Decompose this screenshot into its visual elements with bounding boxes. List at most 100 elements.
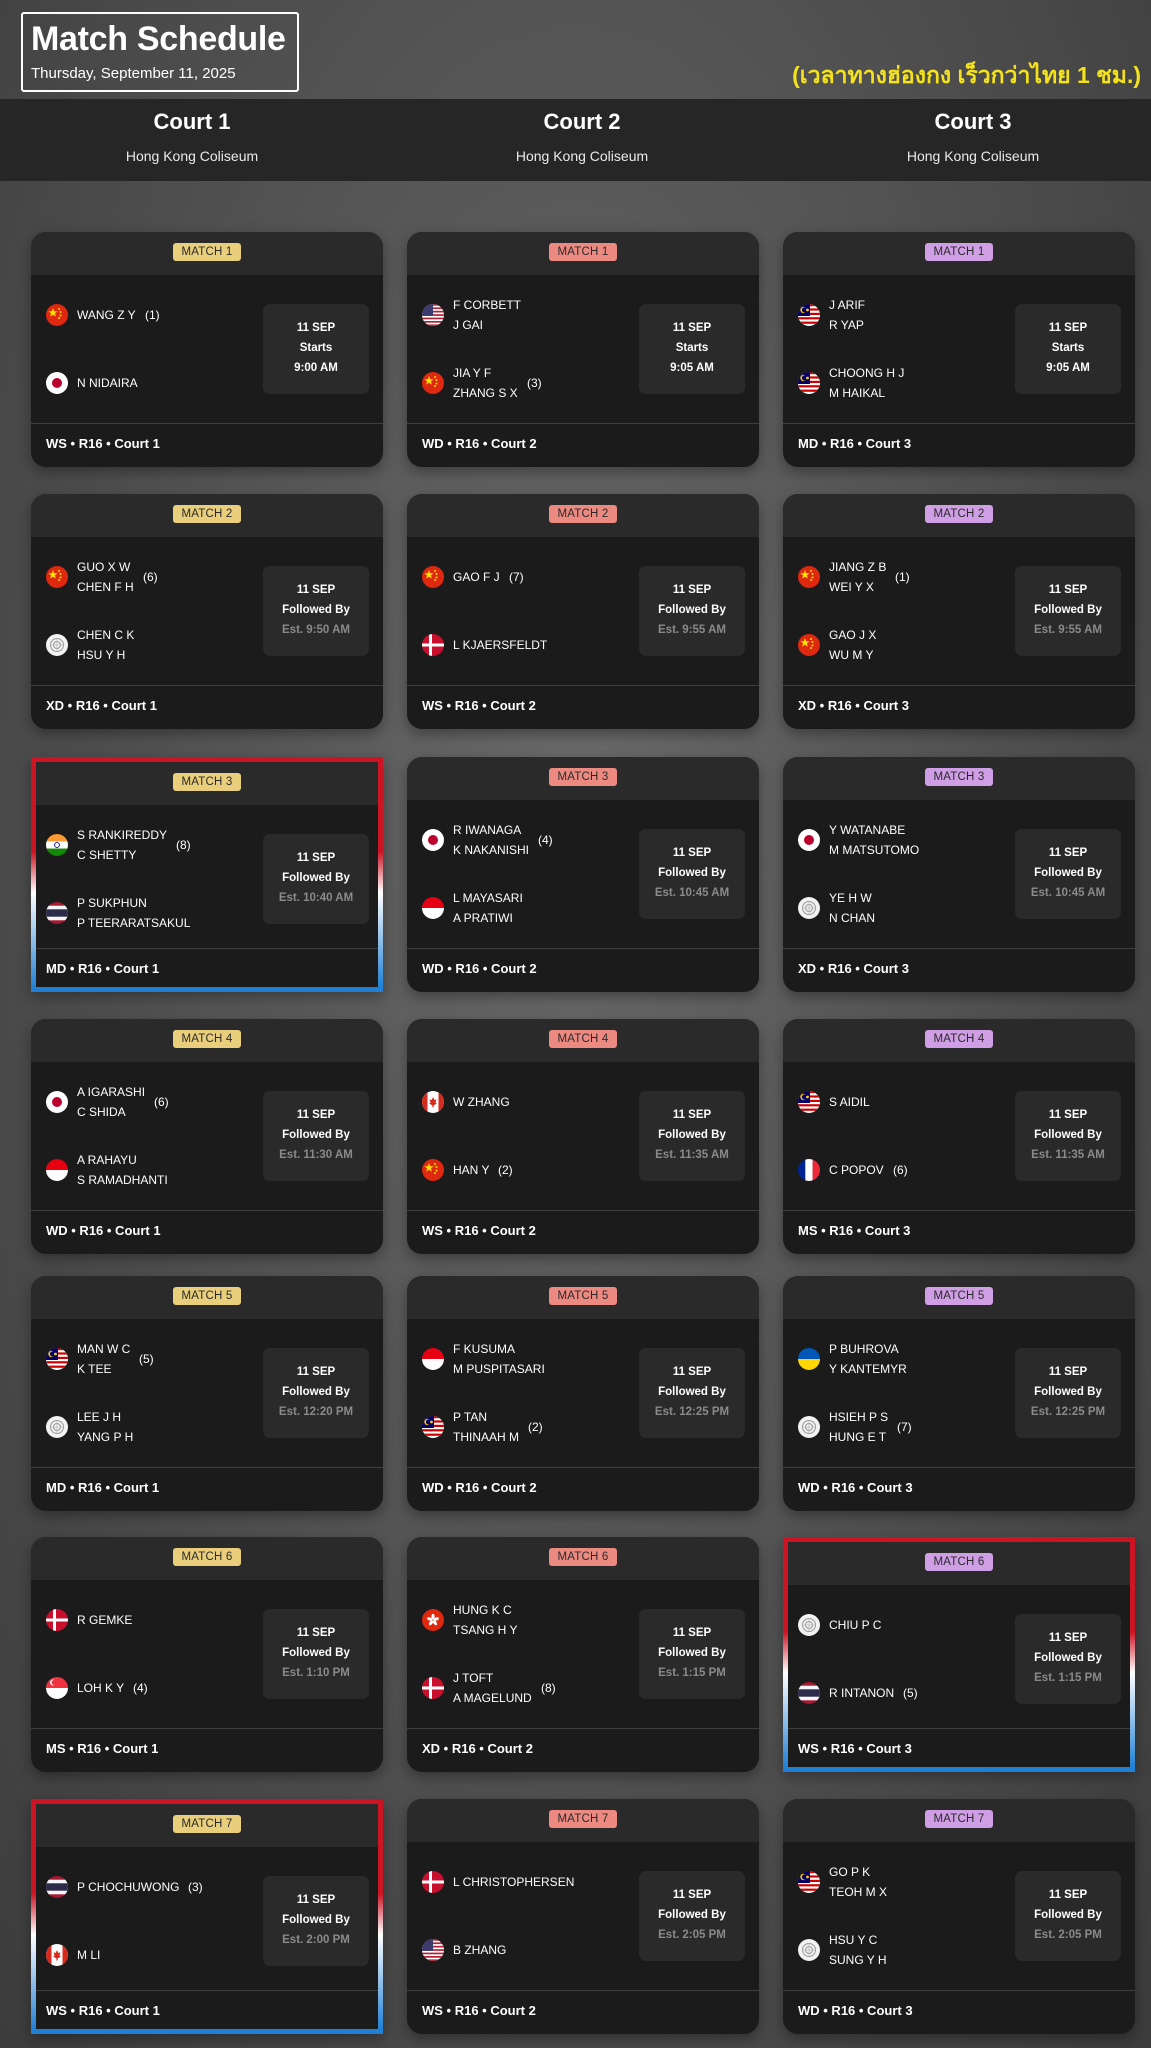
match-number-badge: MATCH 4: [925, 1030, 993, 1048]
team-2: L MAYASARI A PRATIWI: [422, 888, 632, 928]
match-date: 11 SEP: [672, 322, 712, 334]
match-time: Est. 12:20 PM: [278, 1406, 354, 1418]
seed-badge: (2): [498, 1163, 513, 1177]
match-card-header: MATCH 6: [407, 1537, 759, 1580]
china-flag-icon: [46, 304, 68, 326]
player-name: K TEE: [77, 1362, 112, 1376]
match-time: 9:00 AM: [294, 362, 338, 374]
match-status: Followed By: [282, 1386, 350, 1398]
match-card-header: MATCH 7: [783, 1799, 1135, 1842]
player-name: CHIU P C: [829, 1618, 882, 1632]
match-card[interactable]: MATCH 4 A IGARASHI C SHIDA (6) A RAHAYU S R…: [31, 1019, 383, 1254]
team-1: JIANG Z B WEI Y X (1): [798, 557, 1008, 597]
court-1-header: Court 1 Hong Kong Coliseum: [42, 99, 342, 164]
player-names: L MAYASARI A PRATIWI: [453, 888, 523, 928]
team-1: HUNG K C TSANG H Y: [422, 1600, 632, 1640]
player-names: YE H W N CHAN: [829, 888, 875, 928]
player-name: F KUSUMA: [453, 1342, 516, 1356]
match-card[interactable]: MATCH 2 GAO F J (7) L KJAERSFELDT 11 SEP …: [407, 494, 759, 729]
team-1: WANG Z Y (1): [46, 295, 256, 335]
player-names: R GEMKE: [77, 1610, 132, 1630]
player-names: A RAHAYU S RAMADHANTI: [77, 1150, 168, 1190]
match-card[interactable]: MATCH 5 P BUHROVA Y KANTEMYR HSIEH P S HUN…: [783, 1276, 1135, 1511]
player-names: GUO X W CHEN F H: [77, 557, 134, 597]
canada-flag-icon: [46, 1944, 68, 1966]
match-time-box: 11 SEP Followed By Est. 10:45 AM: [1015, 829, 1121, 919]
match-number-badge: MATCH 3: [549, 768, 617, 786]
match-date: 11 SEP: [1048, 1889, 1088, 1901]
match-time: 9:05 AM: [1046, 362, 1090, 374]
match-card[interactable]: MATCH 6 HUNG K C TSANG H Y J TOFT A MAGELU…: [407, 1537, 759, 1772]
match-card[interactable]: MATCH 7 P CHOCHUWONG (3) M LI 11 SEP Foll…: [31, 1799, 383, 2034]
match-card[interactable]: MATCH 7 L CHRISTOPHERSEN B ZHANG 11 SEP …: [407, 1799, 759, 2034]
match-card[interactable]: MATCH 2 GUO X W CHEN F H (6) CHEN C K HSU Y…: [31, 494, 383, 729]
match-info-footer: XD • R16 • Court 3: [783, 685, 1135, 713]
court-name: Court 1: [153, 109, 231, 134]
match-card[interactable]: MATCH 4 S AIDIL C POPOV (6) 11 SEP Follow…: [783, 1019, 1135, 1254]
match-card[interactable]: MATCH 1 J ARIF R YAP CHOONG H J M HAIKAL 1…: [783, 232, 1135, 467]
match-card[interactable]: MATCH 7 GO P K TEOH M X HSU Y C SUNG Y H 1…: [783, 1799, 1135, 2034]
match-card[interactable]: MATCH 6 R GEMKE LOH K Y (4) 11 SEP Follow…: [31, 1537, 383, 1772]
match-card[interactable]: MATCH 1 WANG Z Y (1) N NIDAIRA 11 SEP Sta…: [31, 232, 383, 467]
player-names: M LI: [77, 1945, 100, 1965]
team-2: L KJAERSFELDT: [422, 625, 632, 665]
team-1: MAN W C K TEE (5): [46, 1339, 256, 1379]
team-1: S RANKIREDDY C SHETTY (8): [46, 825, 256, 865]
player-names: CHIU P C: [829, 1615, 881, 1635]
match-card-header: MATCH 5: [31, 1276, 383, 1319]
player-name: P TAN: [453, 1410, 488, 1424]
player-name: C SHETTY: [77, 848, 137, 862]
match-date: 11 SEP: [672, 1889, 712, 1901]
court-venue: Hong Kong Coliseum: [125, 148, 259, 164]
match-card-header: MATCH 1: [783, 232, 1135, 275]
player-names: P BUHROVA Y KANTEMYR: [829, 1339, 907, 1379]
player-name: R IWANAGA: [453, 823, 522, 837]
match-time: Est. 9:55 AM: [1034, 624, 1102, 636]
player-name: S RANKIREDDY: [77, 828, 168, 842]
malaysia-flag-icon: [798, 372, 820, 394]
match-card[interactable]: MATCH 5 F KUSUMA M PUSPITASARI P TAN THINA…: [407, 1276, 759, 1511]
denmark-flag-icon: [422, 1871, 444, 1893]
match-time-box: 11 SEP Followed By Est. 9:55 AM: [639, 566, 745, 656]
player-name: ZHANG S X: [453, 386, 518, 400]
match-card[interactable]: MATCH 2 JIANG Z B WEI Y X (1) GAO J X WU M …: [783, 494, 1135, 729]
match-time: 9:05 AM: [670, 362, 714, 374]
player-names: HAN Y: [453, 1160, 489, 1180]
match-status: Followed By: [658, 867, 726, 879]
match-time: Est. 1:10 PM: [282, 1667, 350, 1679]
china-flag-icon: [46, 566, 68, 588]
player-name: S RAMADHANTI: [77, 1173, 168, 1187]
japan-flag-icon: [46, 372, 68, 394]
player-names: HSIEH P S HUNG E T: [829, 1407, 888, 1447]
match-card-header: MATCH 2: [407, 494, 759, 537]
china-flag-icon: [798, 566, 820, 588]
chinese-taipei-flag-icon: [798, 1416, 820, 1438]
match-time-box: 11 SEP Followed By Est. 11:35 AM: [1015, 1091, 1121, 1181]
match-number-badge: MATCH 5: [549, 1287, 617, 1305]
team-2: JIA Y F ZHANG S X (3): [422, 363, 632, 403]
player-name: WEI Y X: [829, 580, 874, 594]
match-card[interactable]: MATCH 4 W ZHANG HAN Y (2) 11 SEP Followed…: [407, 1019, 759, 1254]
match-card-header: MATCH 4: [31, 1019, 383, 1062]
match-card[interactable]: MATCH 5 MAN W CK TEE (5) LEE J H YANG P H …: [31, 1276, 383, 1511]
match-card[interactable]: MATCH 1 F CORBETT J GAI JIA Y F ZHANG S X (…: [407, 232, 759, 467]
canada-flag-icon: [422, 1091, 444, 1113]
player-name: J GAI: [453, 318, 484, 332]
match-card[interactable]: MATCH 3 Y WATANABE M MATSUTOMO YE H W N CH…: [783, 757, 1135, 992]
player-names: F CORBETT J GAI: [453, 295, 521, 335]
match-time-box: 11 SEP Followed By Est. 1:15 PM: [639, 1609, 745, 1699]
seed-badge: (2): [528, 1420, 543, 1434]
team-2: CHEN C K HSU Y H: [46, 625, 256, 665]
match-card[interactable]: MATCH 3 S RANKIREDDY C SHETTY (8) P SUKPHU…: [31, 757, 383, 992]
singapore-flag-icon: [46, 1677, 68, 1699]
malaysia-flag-icon: [798, 1091, 820, 1113]
match-time-box: 11 SEP Starts 9:00 AM: [263, 304, 369, 394]
player-name: W ZHANG: [453, 1095, 510, 1109]
match-card[interactable]: MATCH 3 R IWANAGA K NAKANISHI (4) L MAYASA…: [407, 757, 759, 992]
match-status: Followed By: [1034, 1652, 1102, 1664]
chinese-taipei-flag-icon: [798, 1614, 820, 1636]
player-names: CHOONG H J M HAIKAL: [829, 363, 904, 403]
team-1: F CORBETT J GAI: [422, 295, 632, 335]
match-card[interactable]: MATCH 6 CHIU P C R INTANON (5) 11 SEP Fol…: [783, 1537, 1135, 1772]
team-2: LEE J H YANG P H: [46, 1407, 256, 1447]
